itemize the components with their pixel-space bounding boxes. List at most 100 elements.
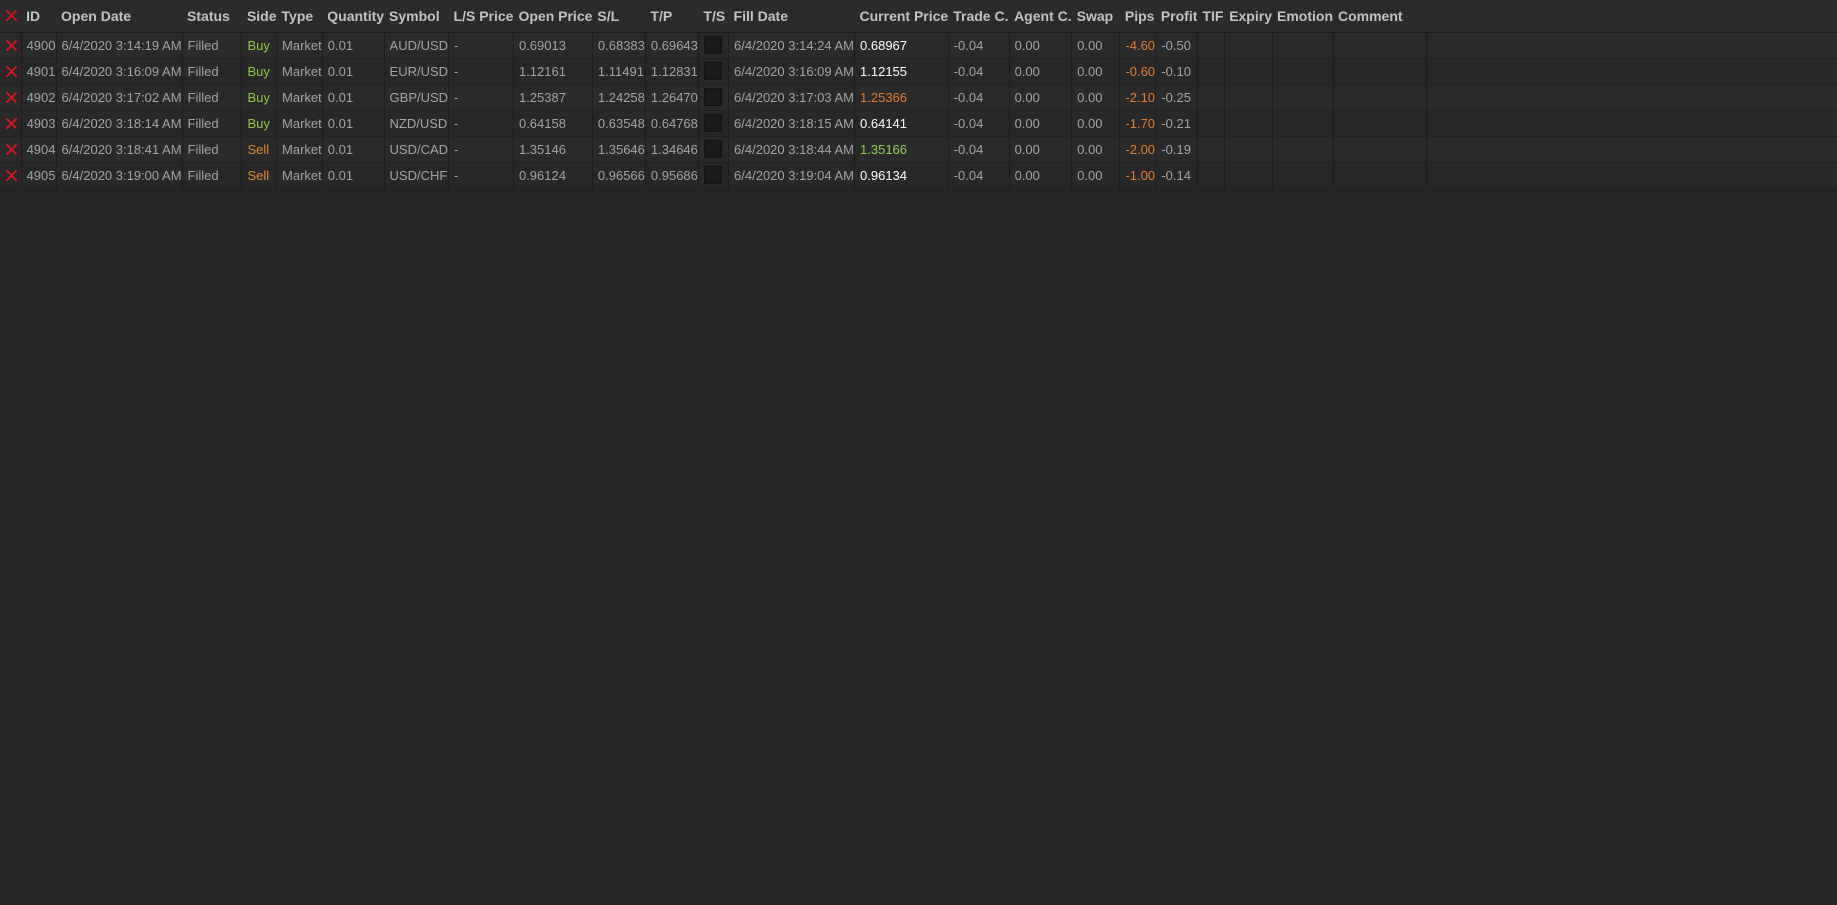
trailing-stop-cell[interactable] [698, 110, 730, 137]
close-order-cell[interactable] [0, 58, 22, 85]
orders-table: ID Open Date Status Side Type Quantity S… [0, 0, 1837, 189]
emotion[interactable] [1272, 136, 1334, 163]
emotion[interactable] [1272, 110, 1334, 137]
column-header-emotion[interactable]: Emotion [1272, 0, 1333, 33]
trade-commission: -0.04 [948, 84, 1010, 111]
comment[interactable] [1333, 110, 1428, 137]
open-price: 1.12161 [513, 58, 593, 85]
close-order-cell[interactable] [0, 32, 22, 59]
trailing-stop-checkbox[interactable] [703, 36, 722, 54]
trailing-stop-cell[interactable] [698, 162, 730, 189]
close-order-cell[interactable] [0, 110, 22, 137]
column-header-side[interactable]: Side [241, 0, 277, 33]
column-header-ls-price[interactable]: L/S Price [448, 0, 514, 33]
order-row[interactable]: 4905 6/4/2020 3:19:00 AM Filled Sell Mar… [0, 162, 1837, 189]
order-row[interactable]: 4903 6/4/2020 3:18:14 AM Filled Buy Mark… [0, 110, 1837, 137]
column-header-id[interactable]: ID [21, 0, 57, 33]
emotion[interactable] [1272, 162, 1334, 189]
open-date: 6/4/2020 3:16:09 AM [56, 58, 183, 85]
close-order-cell[interactable] [0, 84, 22, 111]
order-row[interactable]: 4902 6/4/2020 3:17:02 AM Filled Buy Mark… [0, 84, 1837, 111]
order-quantity: 0.01 [322, 110, 385, 137]
swap: 0.00 [1071, 162, 1121, 189]
trailing-stop-cell[interactable] [698, 84, 730, 111]
column-header-fill-date[interactable]: Fill Date [728, 0, 855, 33]
trailing-stop-checkbox[interactable] [703, 88, 722, 106]
stop-loss[interactable]: 1.24258 [592, 84, 646, 111]
close-order-icon[interactable] [6, 143, 20, 155]
emotion[interactable] [1272, 58, 1334, 85]
column-header-current-price[interactable]: Current Price [854, 0, 949, 33]
close-order-icon[interactable] [6, 169, 20, 181]
pips: -1.00 [1119, 162, 1157, 189]
column-header-quantity[interactable]: Quantity [322, 0, 385, 33]
close-order-icon[interactable] [6, 39, 20, 51]
column-header-pips[interactable]: Pips [1119, 0, 1156, 33]
close-all-header[interactable] [0, 0, 22, 33]
emotion[interactable] [1272, 32, 1334, 59]
order-symbol: GBP/USD [384, 84, 450, 111]
close-order-icon[interactable] [6, 117, 20, 129]
stop-loss[interactable]: 1.35646 [592, 136, 646, 163]
stop-loss[interactable]: 0.96566 [592, 162, 646, 189]
take-profit[interactable]: 1.12831 [645, 58, 699, 85]
stop-loss[interactable]: 0.63548 [592, 110, 646, 137]
order-row[interactable]: 4904 6/4/2020 3:18:41 AM Filled Sell Mar… [0, 136, 1837, 163]
order-row[interactable]: 4900 6/4/2020 3:14:19 AM Filled Buy Mark… [0, 32, 1837, 59]
profit: -0.25 [1155, 84, 1198, 111]
column-header-sl[interactable]: S/L [592, 0, 646, 33]
column-header-status[interactable]: Status [182, 0, 242, 33]
column-header-open-price[interactable]: Open Price [513, 0, 593, 33]
take-profit[interactable]: 1.26470 [645, 84, 699, 111]
comment[interactable] [1333, 58, 1428, 85]
column-header-agent-commission[interactable]: Agent C. [1009, 0, 1072, 33]
order-type: Market [276, 58, 323, 85]
order-type: Market [276, 110, 323, 137]
take-profit[interactable]: 0.64768 [645, 110, 699, 137]
comment[interactable] [1333, 32, 1428, 59]
order-quantity: 0.01 [322, 84, 385, 111]
trailing-stop-cell[interactable] [698, 58, 730, 85]
column-header-comment[interactable]: Comment [1333, 0, 1427, 33]
column-header-open-date[interactable]: Open Date [56, 0, 183, 33]
trailing-stop-cell[interactable] [698, 32, 730, 59]
close-order-icon[interactable] [6, 65, 20, 77]
close-all-icon[interactable] [6, 10, 21, 22]
column-header-tif[interactable]: TIF [1197, 0, 1225, 33]
trailing-stop-checkbox[interactable] [703, 140, 722, 158]
column-header-symbol[interactable]: Symbol [384, 0, 449, 33]
column-header-trade-commission[interactable]: Trade C. [948, 0, 1010, 33]
column-header-expiry[interactable]: Expiry [1224, 0, 1272, 33]
ls-price: - [448, 136, 514, 163]
take-profit[interactable]: 0.95686 [645, 162, 699, 189]
trailing-stop-checkbox[interactable] [703, 62, 722, 80]
current-price: 1.12155 [854, 58, 949, 85]
trailing-stop-checkbox[interactable] [703, 166, 722, 184]
column-header-type[interactable]: Type [276, 0, 323, 33]
column-header-tp[interactable]: T/P [645, 0, 699, 33]
column-header-swap[interactable]: Swap [1071, 0, 1120, 33]
ls-price: - [448, 162, 514, 189]
close-order-cell[interactable] [0, 136, 22, 163]
trailing-stop-checkbox[interactable] [703, 114, 722, 132]
emotion[interactable] [1272, 84, 1334, 111]
trailing-stop-cell[interactable] [698, 136, 730, 163]
column-header-ts[interactable]: T/S [698, 0, 729, 33]
column-header-profit[interactable]: Profit [1155, 0, 1198, 33]
close-order-cell[interactable] [0, 162, 22, 189]
take-profit[interactable]: 0.69643 [645, 32, 699, 59]
stop-loss[interactable]: 1.11491 [592, 58, 646, 85]
order-side: Buy [241, 110, 278, 137]
order-side: Buy [241, 84, 278, 111]
comment[interactable] [1333, 84, 1428, 111]
close-order-icon[interactable] [6, 91, 20, 103]
order-row[interactable]: 4901 6/4/2020 3:16:09 AM Filled Buy Mark… [0, 58, 1837, 85]
open-price: 0.96124 [513, 162, 593, 189]
take-profit[interactable]: 1.34646 [645, 136, 699, 163]
comment[interactable] [1333, 136, 1428, 163]
column-header-filler [1426, 0, 1837, 33]
order-symbol: AUD/USD [384, 32, 450, 59]
tif [1197, 84, 1225, 111]
comment[interactable] [1333, 162, 1428, 189]
stop-loss[interactable]: 0.68383 [592, 32, 646, 59]
